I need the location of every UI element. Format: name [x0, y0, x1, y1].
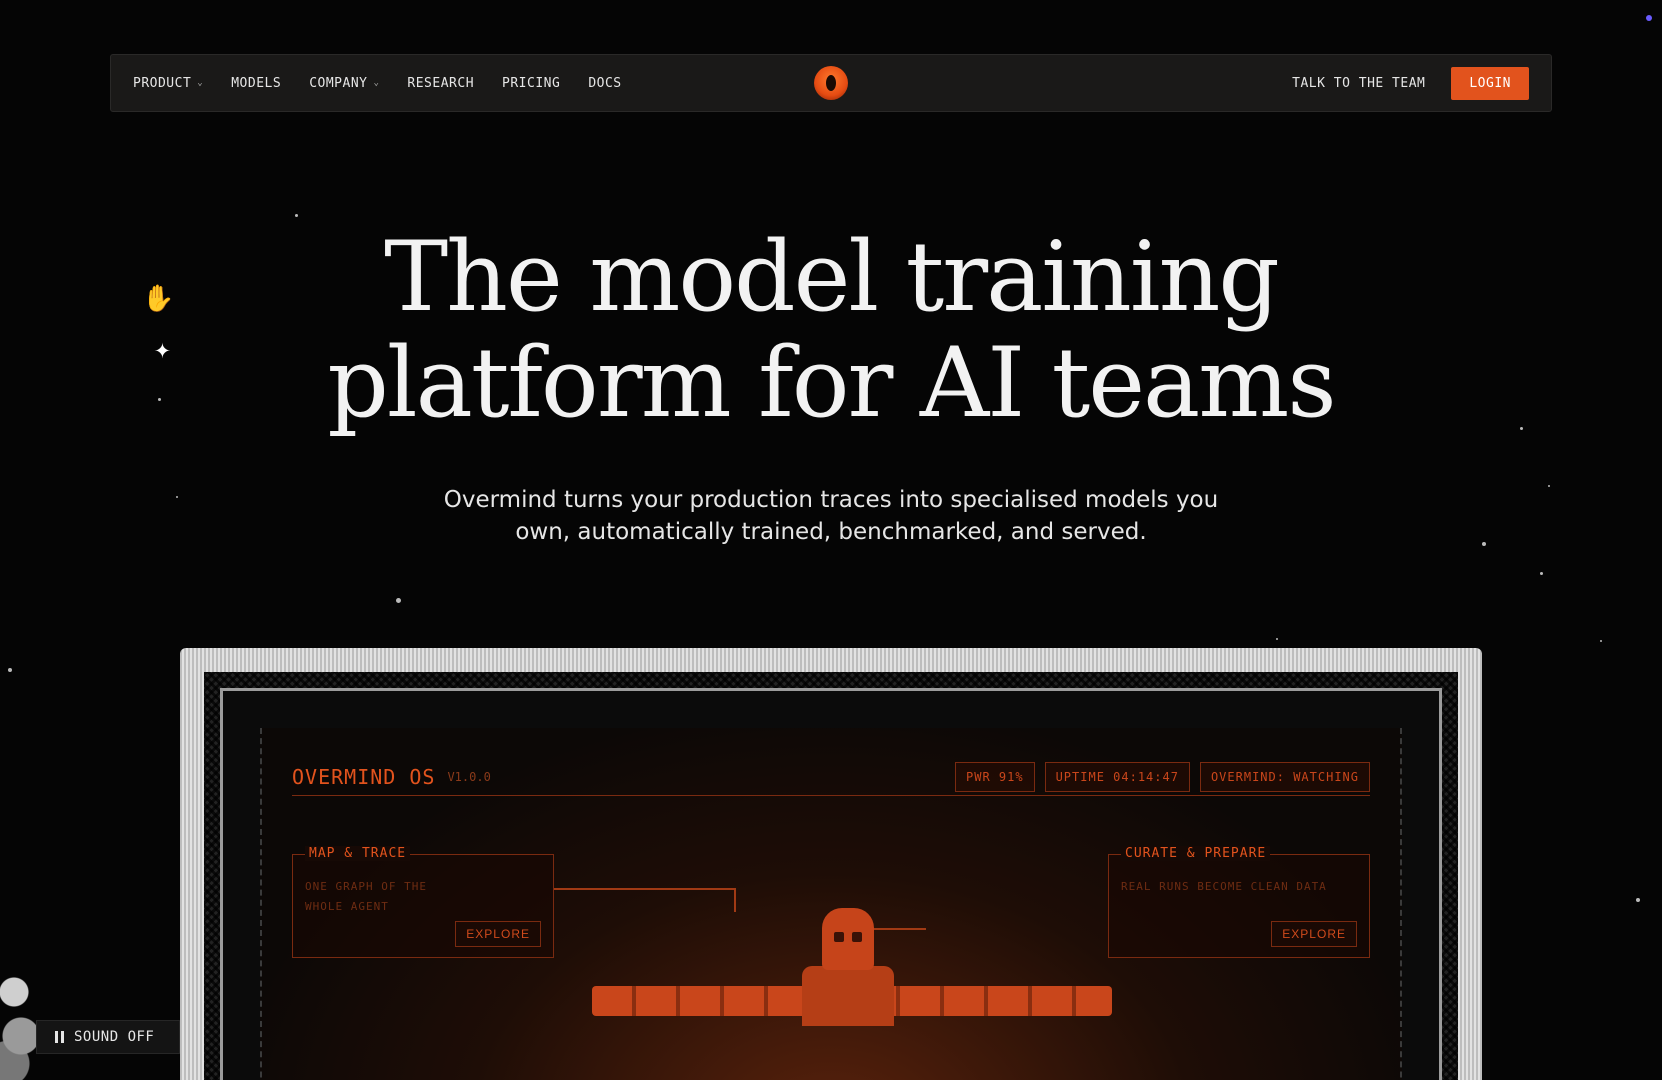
panel-title: CURATE & PREPARE: [1121, 846, 1271, 861]
hero-title: The model training platform for AI teams: [0, 224, 1662, 436]
chevron-down-icon: ⌄: [373, 78, 380, 88]
nav-item-product[interactable]: PRODUCT ⌄: [133, 76, 203, 91]
status-stat: OVERMIND: WATCHING: [1199, 761, 1370, 792]
explore-button[interactable]: EXPLORE: [455, 921, 541, 947]
uptime-stat: UPTIME 04:14:47: [1044, 761, 1190, 792]
nav-item-models[interactable]: MODELS: [231, 76, 281, 91]
nav-links: PRODUCT ⌄ MODELS COMPANY ⌄ RESEARCH PRIC…: [133, 76, 622, 91]
nav-item-label: COMPANY: [309, 75, 368, 91]
login-button[interactable]: LOGIN: [1451, 66, 1529, 100]
nav-item-label: RESEARCH: [407, 75, 475, 91]
top-nav: PRODUCT ⌄ MODELS COMPANY ⌄ RESEARCH PRIC…: [110, 54, 1552, 112]
os-header: OVERMIND OS V1.0.0 PWR 91% UPTIME 04:14:…: [292, 758, 1370, 796]
chevron-down-icon: ⌄: [197, 78, 204, 88]
robot-head-icon: [822, 908, 874, 970]
nav-item-pricing[interactable]: PRICING: [502, 76, 560, 91]
sound-toggle[interactable]: SOUND OFF: [36, 1020, 180, 1054]
pause-icon: [55, 1031, 64, 1043]
nav-item-label: MODELS: [231, 75, 282, 91]
os-version: V1.0.0: [447, 769, 491, 784]
nav-item-label: PRODUCT: [133, 75, 192, 91]
panel-desc: ONE GRAPH OF THE WHOLE AGENT: [305, 880, 427, 913]
robot-body: [802, 966, 894, 1026]
sound-label: SOUND OFF: [74, 1029, 155, 1045]
os-stats: PWR 91% UPTIME 04:14:47 OVERMIND: WATCHI…: [955, 761, 1370, 792]
retro-monitor: OVERMIND OS V1.0.0 PWR 91% UPTIME 04:14:…: [180, 648, 1482, 1080]
hero-title-line: The model training: [384, 221, 1280, 333]
talk-to-team-link[interactable]: TALK TO THE TEAM: [1292, 76, 1425, 91]
nav-item-docs[interactable]: DOCS: [588, 76, 621, 91]
panel-title: MAP & TRACE: [305, 846, 411, 861]
hero-subtitle-line: Overmind turns your production traces in…: [443, 487, 1219, 513]
hero-subtitle: Overmind turns your production traces in…: [381, 484, 1281, 548]
power-stat: PWR 91%: [955, 761, 1035, 792]
nav-item-research[interactable]: RESEARCH: [407, 76, 474, 91]
hero-title-line: platform for AI teams: [327, 327, 1336, 439]
panel-desc: REAL RUNS BECOME CLEAN DATA: [1121, 880, 1327, 893]
nav-item-label: PRICING: [502, 75, 561, 91]
panel-curate-prepare: CURATE & PREPARE REAL RUNS BECOME CLEAN …: [1108, 846, 1370, 958]
monitor-screen: OVERMIND OS V1.0.0 PWR 91% UPTIME 04:14:…: [260, 728, 1402, 1080]
wire: [734, 888, 736, 912]
explore-button[interactable]: EXPLORE: [1271, 921, 1357, 947]
status-dot: [1646, 15, 1652, 21]
hero-subtitle-line: own, automatically trained, benchmarked,…: [515, 519, 1147, 545]
logo-icon[interactable]: [814, 66, 848, 100]
os-title: OVERMIND OS: [292, 764, 436, 789]
nav-actions: TALK TO THE TEAM LOGIN: [1292, 66, 1529, 100]
nav-item-company[interactable]: COMPANY ⌄: [309, 76, 379, 91]
nav-item-label: DOCS: [588, 75, 622, 91]
wire: [554, 888, 734, 890]
panel-map-trace: MAP & TRACE ONE GRAPH OF THE WHOLE AGENT…: [292, 846, 554, 958]
